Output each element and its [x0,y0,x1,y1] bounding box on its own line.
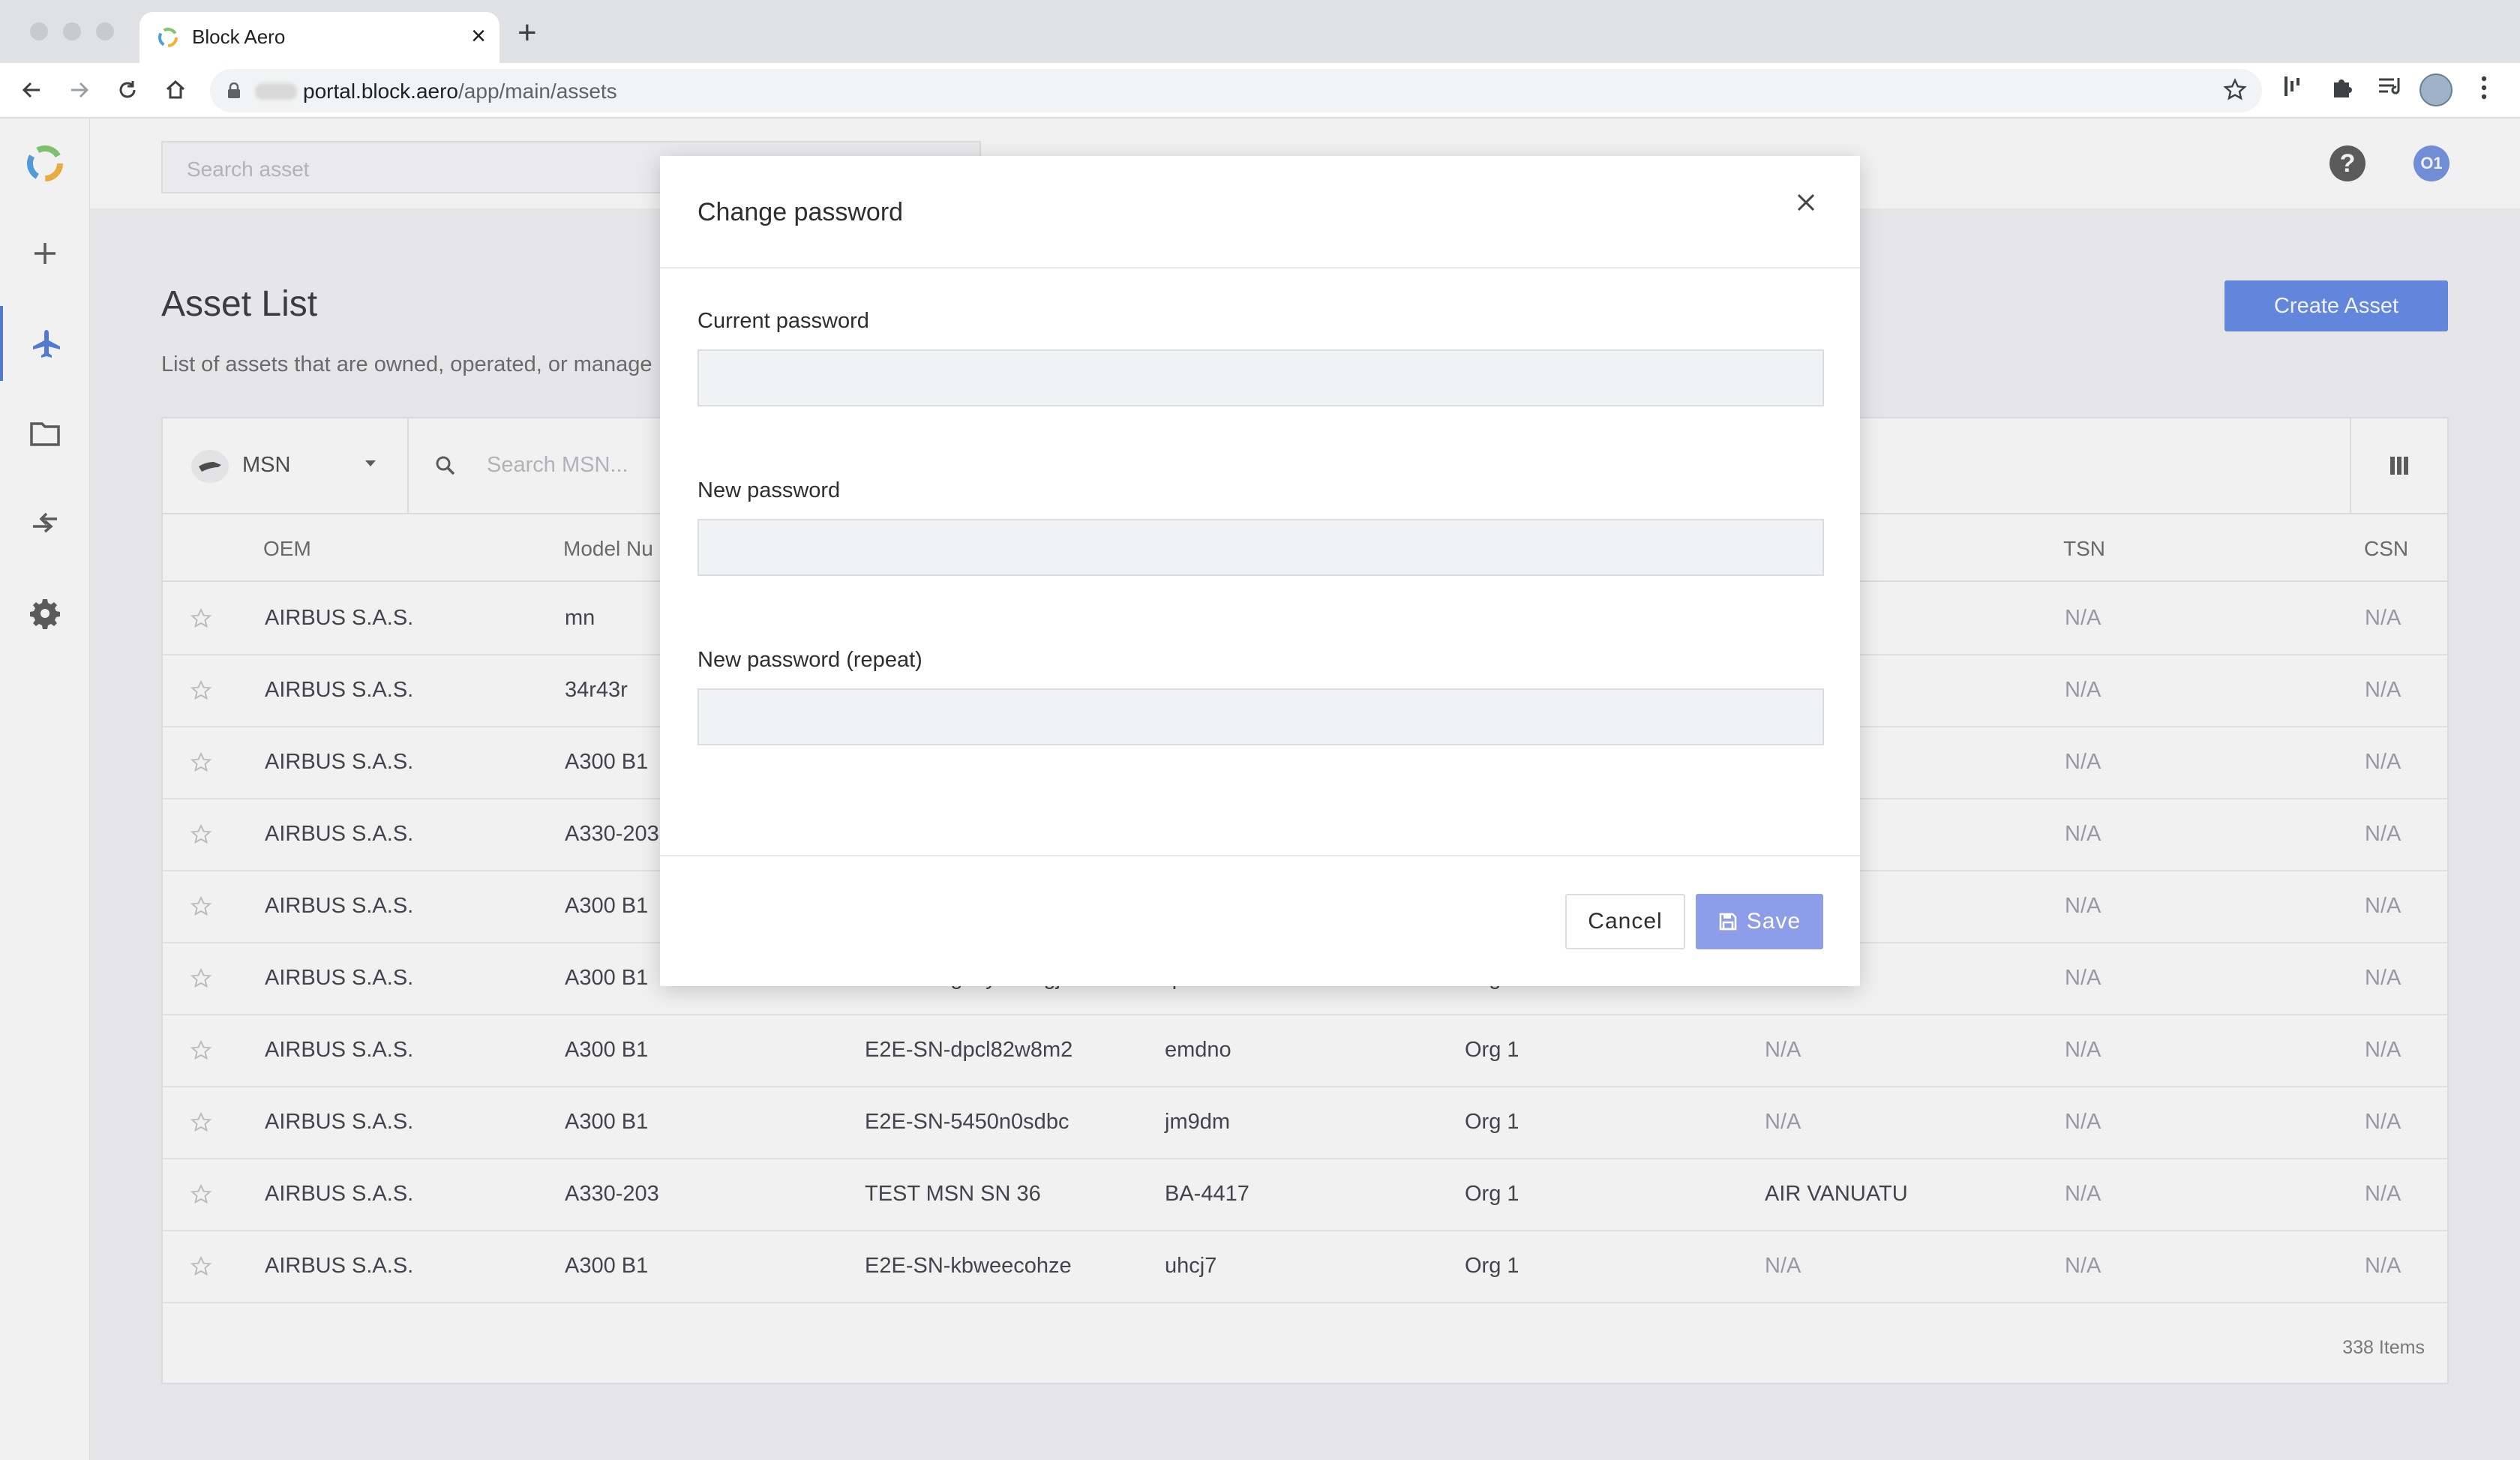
new-password-label: New password [698,478,841,502]
forward-icon[interactable] [60,70,99,109]
floppy-disk-icon [1719,913,1737,931]
bookmark-star-icon[interactable] [2223,78,2247,102]
url-path: /app/main/assets [458,79,617,103]
back-icon[interactable] [12,70,51,109]
browser-tab-strip: Block Aero × + [0,0,2520,63]
url-text: portal.block.aero/app/main/assets [303,79,617,103]
url-blurred-subdomain [255,83,297,100]
lock-icon [228,82,240,98]
tab-close-icon[interactable]: × [471,21,486,51]
tab-title: Block Aero [192,25,286,48]
change-password-dialog: Change password Current password New pas… [660,156,1860,986]
browser-menu-icon[interactable] [2480,75,2488,100]
address-bar[interactable]: portal.block.aero/app/main/assets [210,69,2262,112]
window-minimize-dot[interactable] [63,22,81,40]
current-password-field[interactable] [698,349,1824,406]
profile-avatar-icon[interactable] [2420,73,2452,106]
dialog-footer: Cancel Save [660,855,1860,986]
extensions-puzzle-icon[interactable] [2330,75,2354,99]
save-button[interactable]: Save [1696,894,1823,949]
extension-bars-icon[interactable] [2283,75,2301,97]
repeat-password-label: New password (repeat) [698,648,922,672]
browser-tab[interactable]: Block Aero × [140,12,500,63]
browser-toolbar: portal.block.aero/app/main/assets [0,63,2520,118]
dialog-header: Change password [660,156,1860,268]
new-tab-button[interactable]: + [518,16,537,49]
home-icon[interactable] [156,70,195,109]
save-button-label: Save [1746,909,1802,934]
dialog-title: Change password [698,198,904,226]
window-close-dot[interactable] [30,22,48,40]
current-password-label: Current password [698,309,869,333]
reading-list-icon[interactable] [2378,75,2403,97]
new-password-field[interactable] [698,519,1824,576]
repeat-password-field[interactable] [698,688,1824,745]
close-icon[interactable] [1790,186,1822,219]
reload-icon[interactable] [108,70,147,109]
window-zoom-dot[interactable] [96,22,114,40]
block-aero-favicon-icon [158,28,178,47]
cancel-button[interactable]: Cancel [1565,894,1685,949]
url-host: portal.block.aero [303,79,459,103]
